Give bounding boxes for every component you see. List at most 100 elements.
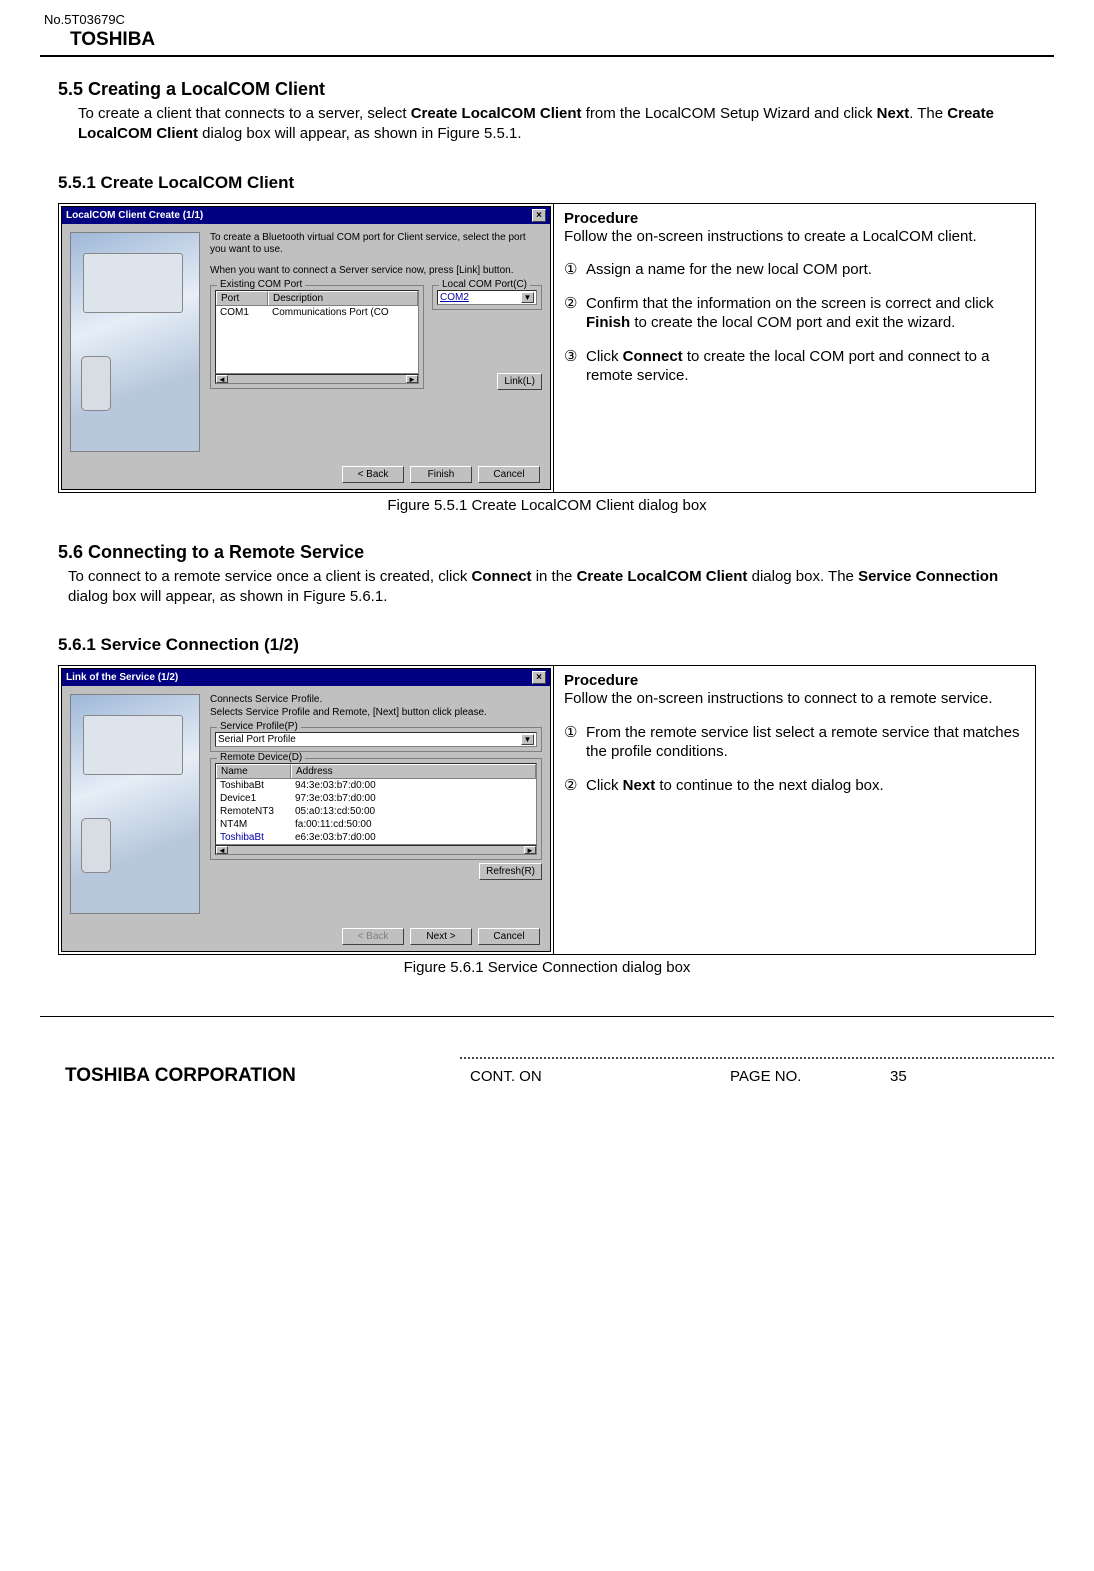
dialog-title-text: Link of the Service (1/2)	[66, 672, 178, 683]
footer-dashed-rule	[460, 1057, 1054, 1059]
chevron-down-icon[interactable]: ▼	[521, 292, 534, 303]
footer-page-label: PAGE NO.	[730, 1068, 890, 1085]
cell-port: COM1	[216, 306, 268, 319]
step-text: From the remote service list select a re…	[586, 723, 1025, 762]
step-text: Click Next to continue to the next dialo…	[586, 776, 1025, 796]
procedure-title: Procedure	[564, 672, 1025, 689]
next-button[interactable]: Next >	[410, 928, 472, 945]
cell-desc: Communications Port (CO	[268, 306, 418, 319]
table-row[interactable]: ToshibaBt94:3e:03:b7:d0:00	[216, 779, 536, 792]
text-bold: Next	[623, 777, 656, 794]
close-icon[interactable]: ×	[532, 671, 546, 684]
scroll-right-icon[interactable]: ►	[524, 846, 536, 854]
group-label: Local COM Port(C)	[439, 279, 530, 290]
procedure-intro: Follow the on-screen instructions to cre…	[564, 227, 1025, 247]
finish-button[interactable]: Finish	[410, 466, 472, 483]
service-profile-select[interactable]: Serial Port Profile ▼	[215, 732, 537, 747]
text: Click	[586, 348, 623, 365]
figure-5-6-1-procedure: Procedure Follow the on-screen instructi…	[554, 666, 1035, 954]
cell-address: fa:00:11:cd:50:00	[291, 818, 536, 831]
laptop-icon	[83, 715, 183, 775]
step-marker: ①	[564, 723, 586, 762]
footer-company: TOSHIBA CORPORATION	[40, 1065, 470, 1087]
dialog-instruction-2: When you want to connect a Server servic…	[210, 265, 542, 278]
procedure-step-2: ② Confirm that the information on the sc…	[564, 294, 1025, 333]
procedure-step-1: ① Assign a name for the new local COM po…	[564, 260, 1025, 280]
scroll-left-icon[interactable]: ◄	[216, 375, 228, 383]
section-5-6-1-heading: 5.6.1 Service Connection (1/2)	[58, 635, 1036, 655]
horizontal-scrollbar[interactable]: ◄►	[215, 374, 419, 384]
cell-name: NT4M	[216, 818, 291, 831]
chevron-down-icon[interactable]: ▼	[521, 734, 534, 745]
text: Confirm that the information on the scre…	[586, 295, 994, 312]
cell-name: ToshibaBt	[216, 779, 291, 792]
text-bold: Finish	[586, 314, 630, 331]
text-bold: Create LocalCOM Client	[411, 105, 582, 122]
text-bold: Next	[877, 105, 910, 122]
table-row[interactable]: ToshibaBte6:3e:03:b7:d0:00	[216, 831, 536, 844]
procedure-step-2: ② Click Next to continue to the next dia…	[564, 776, 1025, 796]
table-row[interactable]: Device197:3e:03:b7:d0:00	[216, 792, 536, 805]
dialog-button-row: < Back Finish Cancel	[62, 460, 550, 489]
local-com-port-select[interactable]: COM2 ▼	[437, 290, 537, 305]
table-row[interactable]: RemoteNT305:a0:13:cd:50:00	[216, 805, 536, 818]
col-name[interactable]: Name	[216, 764, 291, 778]
existing-com-port-list[interactable]: Port Description COM1 Communications Por…	[215, 290, 419, 374]
text-bold: Connect	[472, 568, 532, 585]
dialog-titlebar[interactable]: LocalCOM Client Create (1/1) ×	[62, 207, 550, 224]
section-5-6-heading: 5.6 Connecting to a Remote Service	[58, 542, 1036, 563]
step-text: Confirm that the information on the scre…	[586, 294, 1025, 333]
procedure-step-1: ① From the remote service list select a …	[564, 723, 1025, 762]
text-bold: Create LocalCOM Client	[577, 568, 748, 585]
phone-icon	[81, 818, 111, 873]
dialog-titlebar[interactable]: Link of the Service (1/2) ×	[62, 669, 550, 686]
table-row[interactable]: NT4Mfa:00:11:cd:50:00	[216, 818, 536, 831]
col-port[interactable]: Port	[216, 291, 268, 305]
section-5-6-intro: To connect to a remote service once a cl…	[58, 567, 1036, 608]
procedure-intro: Follow the on-screen instructions to con…	[564, 689, 1025, 709]
table-row[interactable]: COM1 Communications Port (CO	[216, 306, 418, 319]
text: To create a client that connects to a se…	[78, 105, 411, 122]
figure-5-6-1-block: Link of the Service (1/2) × Connects Ser…	[58, 665, 1036, 955]
text: Click	[586, 777, 623, 794]
text: to create the local COM port and exit th…	[630, 314, 955, 331]
step-marker: ③	[564, 347, 586, 386]
back-button[interactable]: < Back	[342, 466, 404, 483]
remote-device-group: Remote Device(D) Name Address ToshibaBt9…	[210, 758, 542, 860]
group-label: Remote Device(D)	[217, 752, 305, 763]
figure-5-5-1-caption: Figure 5.5.1 Create LocalCOM Client dial…	[58, 497, 1036, 514]
step-text: Click Connect to create the local COM po…	[586, 347, 1025, 386]
localcom-create-dialog: LocalCOM Client Create (1/1) × To create…	[61, 206, 551, 490]
local-com-port-group: Local COM Port(C) COM2 ▼	[432, 285, 542, 310]
close-icon[interactable]: ×	[532, 209, 546, 222]
laptop-icon	[83, 253, 183, 313]
horizontal-scrollbar[interactable]: ◄►	[215, 845, 537, 855]
col-description[interactable]: Description	[268, 291, 418, 305]
scroll-right-icon[interactable]: ►	[406, 375, 418, 383]
cancel-button[interactable]: Cancel	[478, 928, 540, 945]
text: . The	[909, 105, 947, 122]
cancel-button[interactable]: Cancel	[478, 466, 540, 483]
section-5-5-intro: To create a client that connects to a se…	[58, 104, 1036, 145]
step-marker: ①	[564, 260, 586, 280]
col-address[interactable]: Address	[291, 764, 536, 778]
link-button[interactable]: Link(L)	[497, 373, 542, 390]
footer-cont-on: CONT. ON	[470, 1068, 730, 1085]
dialog-button-row: < Back Next > Cancel	[62, 922, 550, 951]
procedure-title: Procedure	[564, 210, 1025, 227]
refresh-button[interactable]: Refresh(R)	[479, 863, 542, 880]
dialog-instruction-2: Selects Service Profile and Remote, [Nex…	[210, 707, 542, 720]
remote-device-list[interactable]: Name Address ToshibaBt94:3e:03:b7:d0:00D…	[215, 763, 537, 845]
step-marker: ②	[564, 776, 586, 796]
figure-5-5-1-block: LocalCOM Client Create (1/1) × To create…	[58, 203, 1036, 493]
text-bold: Service Connection	[858, 568, 998, 585]
dialog-title-text: LocalCOM Client Create (1/1)	[66, 210, 203, 221]
existing-com-port-group: Existing COM Port Port Description COM1 …	[210, 285, 424, 389]
section-5-5-1-heading: 5.5.1 Create LocalCOM Client	[58, 173, 1036, 193]
wizard-graphic	[70, 694, 200, 914]
text: dialog box. The	[747, 568, 858, 585]
scroll-left-icon[interactable]: ◄	[216, 846, 228, 854]
step-marker: ②	[564, 294, 586, 333]
text: dialog box will appear, as shown in Figu…	[68, 588, 387, 605]
cell-address: 94:3e:03:b7:d0:00	[291, 779, 536, 792]
